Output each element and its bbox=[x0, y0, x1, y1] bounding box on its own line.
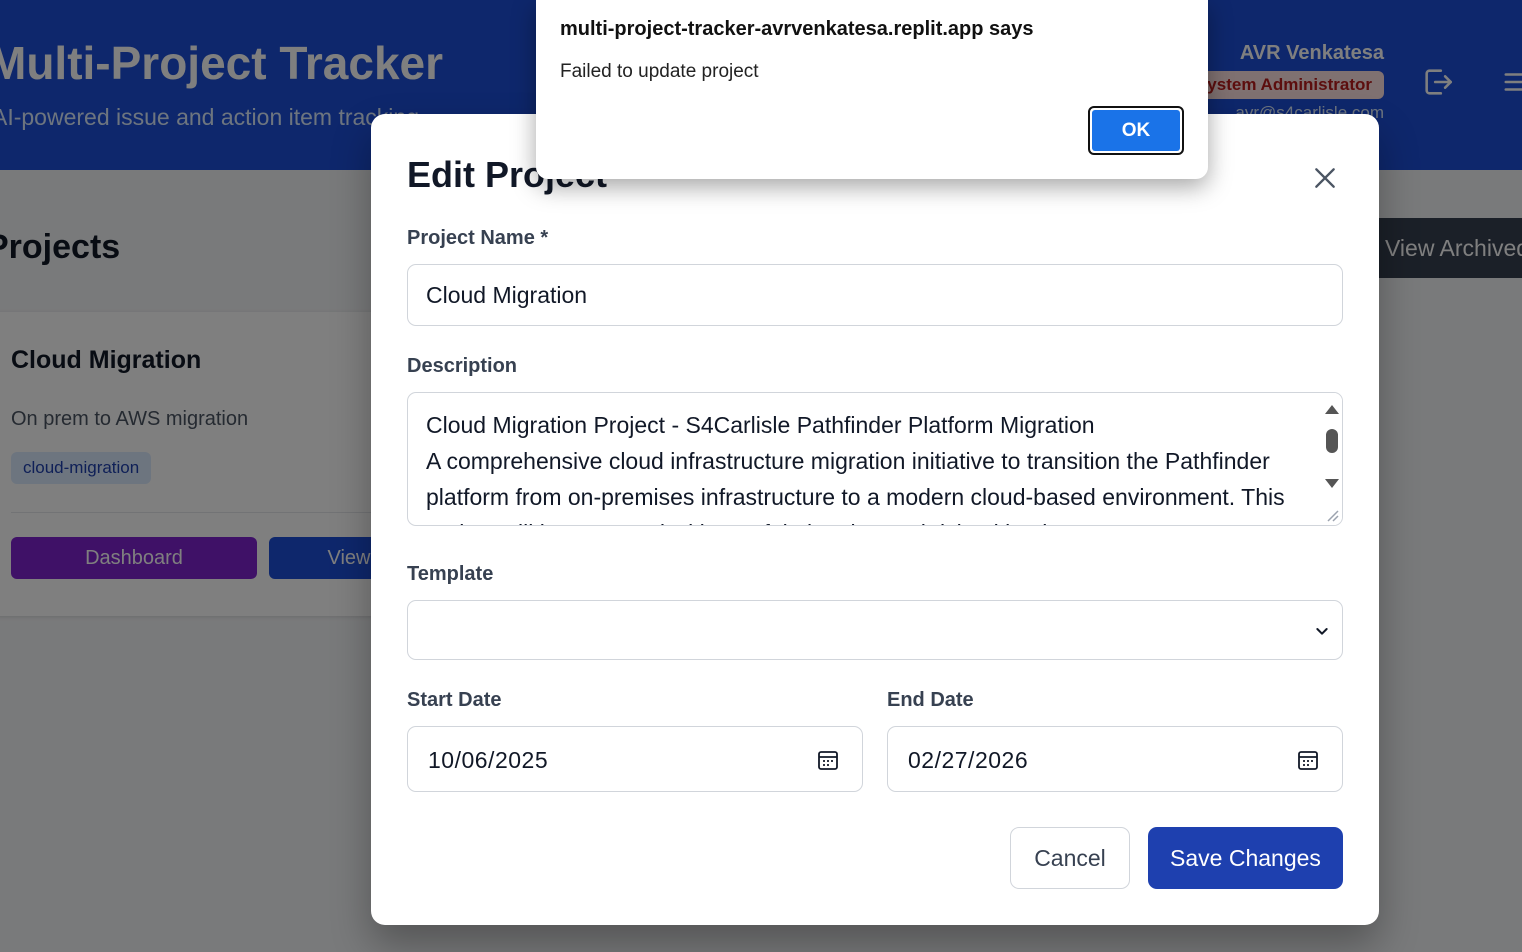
calendar-icon[interactable] bbox=[1296, 748, 1320, 772]
alert-origin: multi-project-tracker-avrvenkatesa.repli… bbox=[560, 18, 1034, 40]
scroll-down-arrow-icon[interactable] bbox=[1325, 479, 1339, 488]
end-date-value: 02/27/2026 bbox=[908, 747, 1029, 773]
description-label: Description bbox=[407, 355, 518, 377]
close-button[interactable] bbox=[1305, 158, 1345, 198]
browser-alert-dialog: multi-project-tracker-avrvenkatesa.repli… bbox=[536, 0, 1208, 179]
edit-project-modal: Edit Project Project Name * Description … bbox=[371, 114, 1379, 925]
save-changes-button[interactable]: Save Changes bbox=[1148, 827, 1343, 889]
start-date-label: Start Date bbox=[407, 689, 502, 711]
template-label: Template bbox=[407, 563, 494, 585]
scroll-thumb[interactable] bbox=[1326, 429, 1338, 453]
start-date-value: 10/06/2025 bbox=[428, 747, 549, 773]
alert-ok-button[interactable]: OK bbox=[1088, 106, 1184, 155]
cancel-button[interactable]: Cancel bbox=[1010, 827, 1130, 889]
alert-ok-label: OK bbox=[1092, 110, 1180, 151]
scroll-up-arrow-icon[interactable] bbox=[1325, 405, 1339, 414]
calendar-icon[interactable] bbox=[816, 748, 840, 772]
alert-message: Failed to update project bbox=[560, 61, 759, 82]
template-select[interactable] bbox=[407, 600, 1343, 660]
close-icon bbox=[1315, 168, 1335, 188]
description-field: Cloud Migration Project - S4Carlisle Pat… bbox=[407, 392, 1343, 526]
project-name-label: Project Name * bbox=[407, 227, 549, 249]
end-date-label: End Date bbox=[887, 689, 974, 711]
end-date-input[interactable]: 02/27/2026 bbox=[887, 726, 1343, 792]
start-date-input[interactable]: 10/06/2025 bbox=[407, 726, 863, 792]
description-textarea[interactable]: Cloud Migration Project - S4Carlisle Pat… bbox=[408, 393, 1322, 525]
resize-grip-icon[interactable] bbox=[1320, 503, 1340, 523]
project-name-input[interactable] bbox=[407, 264, 1343, 326]
chevron-down-icon bbox=[1316, 628, 1328, 635]
